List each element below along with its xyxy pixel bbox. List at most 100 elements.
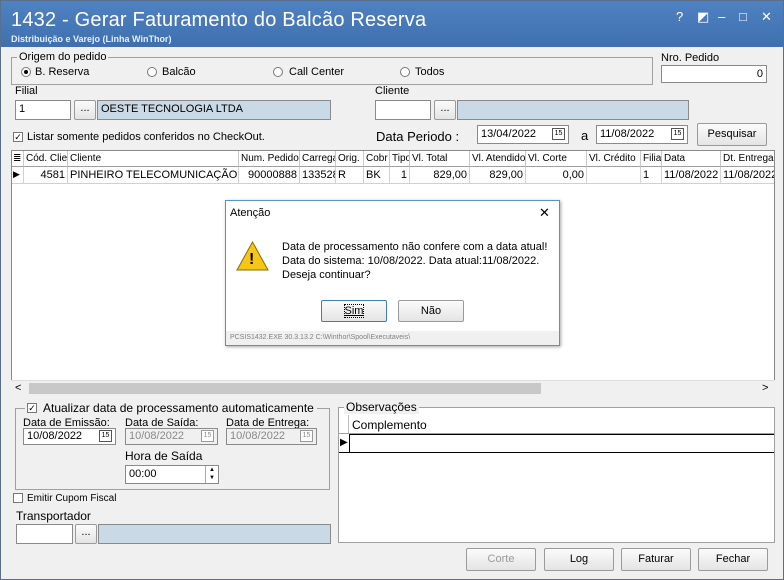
- cell-carregamento[interactable]: 133528: [300, 167, 336, 184]
- cell-filial[interactable]: 1: [641, 167, 662, 184]
- listar-checkout-label: Listar somente pedidos conferidos no Che…: [27, 131, 265, 143]
- column-header-cod-cliente[interactable]: Cód. Cliente: [24, 151, 68, 167]
- scroll-right-icon[interactable]: >: [762, 382, 768, 394]
- radio-balcao[interactable]: [147, 67, 157, 77]
- row-marker: ▶: [340, 437, 348, 448]
- transportador-name-field: [98, 524, 331, 544]
- window-subtitle: Distribuição e Varejo (Linha WinThor): [11, 34, 172, 44]
- scroll-left-icon[interactable]: <: [15, 382, 21, 394]
- column-header-vl-atendido[interactable]: Vl. Atendido: [470, 151, 526, 167]
- cliente-code-input[interactable]: [375, 100, 431, 120]
- observacoes-marker-header: [339, 415, 349, 433]
- entrega-value: 10/08/2022: [230, 430, 286, 442]
- column-header-dt-entrega[interactable]: Dt. Entrega: [721, 151, 774, 167]
- dialog-message-line: Deseja continuar?: [282, 269, 371, 281]
- column-header-orig[interactable]: Orig.: [336, 151, 364, 167]
- radio-balcao-label: Balcão: [162, 66, 196, 78]
- radio-todos-label: Todos: [415, 66, 445, 78]
- dialog-close-icon[interactable]: ✕: [539, 205, 550, 221]
- cell-data[interactable]: 11/08/2022: [662, 167, 721, 184]
- dialog-body: ! Data de processamento não confere com …: [226, 225, 559, 331]
- listar-checkout-checkbox[interactable]: ✓: [13, 132, 23, 142]
- transportador-code-input[interactable]: [16, 524, 73, 544]
- nao-button[interactable]: Não: [398, 300, 464, 322]
- periodo-separator: a: [581, 128, 589, 143]
- radio-todos[interactable]: [400, 67, 410, 77]
- close-icon[interactable]: ✕: [761, 9, 772, 25]
- column-header-data[interactable]: Data: [662, 151, 721, 167]
- emitir-cupom-label: Emitir Cupom Fiscal: [27, 493, 117, 504]
- nro-pedido-input[interactable]: 0: [661, 65, 767, 83]
- cell-vl-total[interactable]: 829,00: [410, 167, 470, 184]
- cell-num-pedido[interactable]: 90000888: [239, 167, 300, 184]
- filial-label: Filial: [15, 85, 38, 97]
- title-bar: 1432 - Gerar Faturamento do Balcão Reser…: [1, 1, 783, 47]
- emissao-value: 10/08/2022: [27, 430, 83, 442]
- calendar-icon[interactable]: 15: [671, 128, 684, 140]
- observacoes-row[interactable]: ▶: [339, 434, 774, 453]
- cell-vl-corte[interactable]: 0,00: [526, 167, 587, 184]
- warning-glyph: !: [249, 251, 255, 268]
- cell-dt-entrega[interactable]: 11/08/2022: [721, 167, 774, 184]
- minimize-icon[interactable]: –: [718, 9, 725, 24]
- cliente-name-field: [457, 100, 689, 120]
- cell-vl-credito[interactable]: [587, 167, 641, 184]
- row-marker: ▶: [12, 167, 24, 184]
- origem-legend: Origem do pedido: [17, 51, 109, 63]
- periodo-to-value: 11/08/2022: [600, 128, 655, 140]
- filial-lookup-button[interactable]: ...: [74, 100, 96, 120]
- column-header-vl-corte[interactable]: Vl. Corte: [526, 151, 587, 167]
- column-header-num-pedido[interactable]: Num. Pedido: [239, 151, 300, 167]
- cell-cod-cliente[interactable]: 4581: [24, 167, 68, 184]
- cliente-lookup-button[interactable]: ...: [434, 100, 456, 120]
- hora-spinner[interactable]: ▲ ▼: [205, 466, 218, 483]
- column-header-tipo[interactable]: Tipo: [390, 151, 410, 167]
- processamento-checkbox[interactable]: ✓: [27, 403, 37, 413]
- faturar-button[interactable]: Faturar: [621, 548, 691, 571]
- cell-vl-atendido[interactable]: 829,00: [470, 167, 526, 184]
- radio-b-reserva[interactable]: [21, 67, 31, 77]
- hora-saida-label: Hora de Saída: [125, 449, 203, 463]
- column-header-vl-total[interactable]: Vl. Total: [410, 151, 470, 167]
- corte-button: Corte: [466, 548, 536, 571]
- emissao-input[interactable]: 10/08/2022 15: [23, 428, 116, 445]
- table-horizontal-scrollbar[interactable]: < >: [11, 380, 775, 396]
- row-marker-header: ≣: [12, 151, 24, 167]
- periodo-label: Data Periodo :: [376, 129, 460, 144]
- sim-button[interactable]: Sim: [321, 300, 387, 322]
- cell-tipo[interactable]: 1: [390, 167, 410, 184]
- column-header-cobr[interactable]: Cobr: [364, 151, 390, 167]
- cell-orig[interactable]: R: [336, 167, 364, 184]
- transportador-lookup-button[interactable]: ...: [75, 524, 97, 544]
- cell-cliente[interactable]: PINHEIRO TELECOMUNICAÇÃO LTDA: [68, 167, 239, 184]
- filial-code-input[interactable]: 1: [15, 100, 71, 120]
- restore-icon[interactable]: ◩: [697, 9, 709, 25]
- fechar-button[interactable]: Fechar: [698, 548, 768, 571]
- calendar-icon: 15: [201, 430, 214, 442]
- processamento-legend: ✓ Atualizar data de processamento automa…: [25, 401, 317, 415]
- column-header-vl-credito[interactable]: Vl. Crédito: [587, 151, 641, 167]
- dialog-title: Atenção: [230, 207, 271, 219]
- column-header-complemento[interactable]: Complemento: [352, 418, 427, 432]
- window-title: 1432 - Gerar Faturamento do Balcão Reser…: [11, 9, 427, 31]
- calendar-icon[interactable]: 15: [552, 128, 565, 140]
- emitir-cupom-checkbox[interactable]: [13, 493, 23, 503]
- column-header-carregamento[interactable]: Carregamento: [300, 151, 336, 167]
- help-icon[interactable]: ?: [676, 9, 683, 24]
- radio-call-center[interactable]: [273, 67, 283, 77]
- periodo-from-input[interactable]: 13/04/2022 15: [477, 125, 569, 144]
- sim-label: Sim: [343, 304, 365, 318]
- pesquisar-button[interactable]: Pesquisar: [697, 123, 767, 146]
- scroll-thumb[interactable]: [29, 383, 541, 394]
- saida-value: 10/08/2022: [129, 430, 185, 442]
- cell-cobr[interactable]: BK: [364, 167, 390, 184]
- maximize-icon[interactable]: □: [739, 9, 747, 24]
- filial-name-field: OESTE TECNOLOGIA LTDA: [97, 100, 331, 120]
- calendar-icon[interactable]: 15: [99, 430, 112, 442]
- column-header-cliente[interactable]: Cliente: [68, 151, 239, 167]
- log-button[interactable]: Log: [544, 548, 614, 571]
- dialog-footer: PCSIS1432.EXE 30.3.13.2 C:\Winthor\Spool…: [230, 334, 411, 341]
- periodo-to-input[interactable]: 11/08/2022 15: [596, 125, 688, 144]
- column-header-filial[interactable]: Filial: [641, 151, 662, 167]
- complemento-cell[interactable]: [349, 434, 774, 452]
